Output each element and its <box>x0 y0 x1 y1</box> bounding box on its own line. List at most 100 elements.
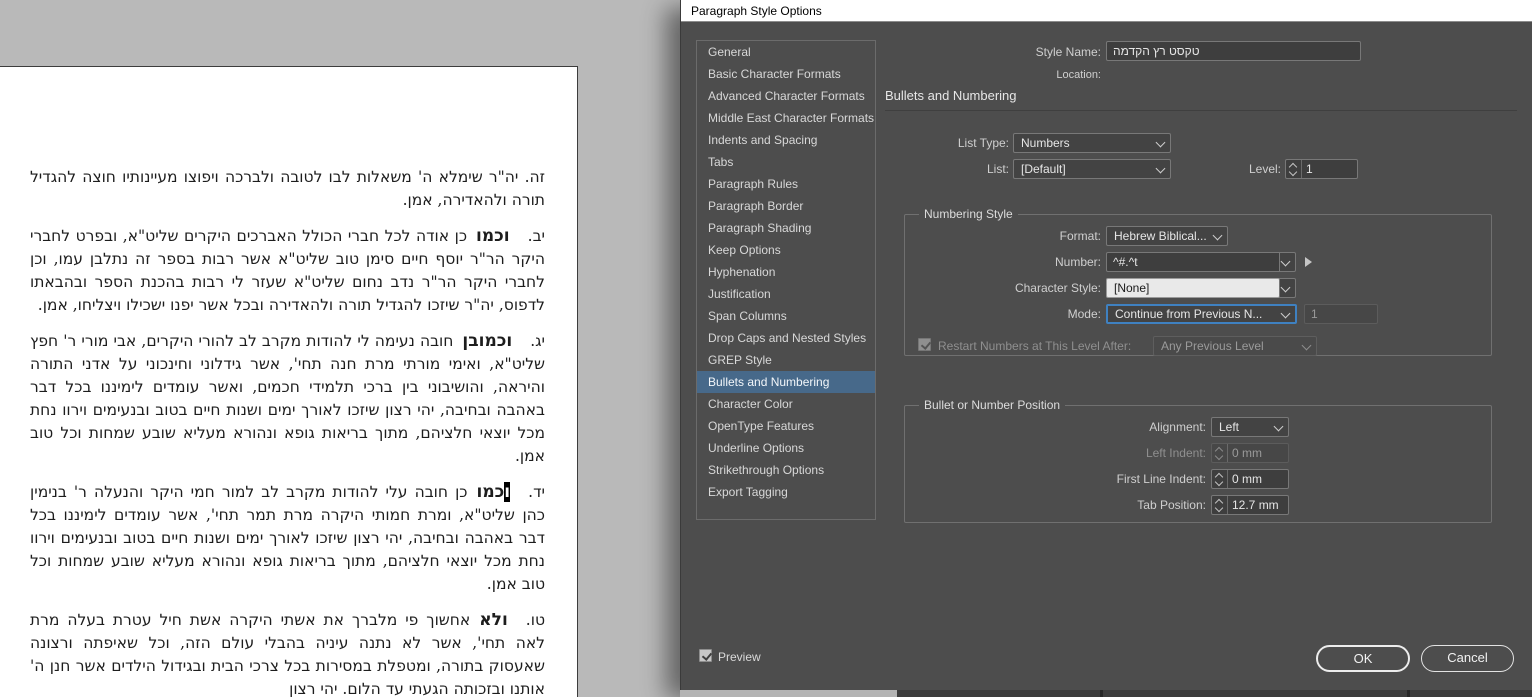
sidebar-item-advanced-character-formats[interactable]: Advanced Character Formats <box>697 85 875 107</box>
panel-divider <box>1407 690 1410 697</box>
number-label: Number: <box>1054 255 1101 269</box>
spinner-arrows-icon[interactable] <box>1286 160 1302 178</box>
sidebar-item-grep-style[interactable]: GREP Style <box>697 349 875 371</box>
sidebar-item-character-color[interactable]: Character Color <box>697 393 875 415</box>
alignment-value: Left <box>1219 420 1240 434</box>
tab-position-value: 12.7 mm <box>1232 498 1279 512</box>
restart-level-dropdown: Any Previous Level <box>1153 336 1317 356</box>
list-type-label: List Type: <box>957 136 1009 150</box>
sidebar-item-hyphenation[interactable]: Hyphenation <box>697 261 875 283</box>
paragraph-number-marker: יד. <box>528 483 545 501</box>
panel-strip <box>897 690 1532 697</box>
sidebar-item-paragraph-rules[interactable]: Paragraph Rules <box>697 173 875 195</box>
sidebar-item-span-columns[interactable]: Span Columns <box>697 305 875 327</box>
pasteboard-strip <box>680 690 897 697</box>
paragraph-lead-word: וכמו <box>476 226 510 246</box>
number-dropdown-button[interactable] <box>1279 252 1296 272</box>
character-style-dropdown-button[interactable] <box>1279 278 1296 298</box>
sidebar-item-keep-options[interactable]: Keep Options <box>697 239 875 261</box>
tab-position-stepper[interactable]: 12.7 mm <box>1211 495 1289 515</box>
level-stepper[interactable]: 1 <box>1285 159 1358 179</box>
first-line-indent-stepper[interactable]: 0 mm <box>1211 469 1289 489</box>
panel-divider <box>1100 690 1103 697</box>
sidebar-item-general[interactable]: General <box>697 41 875 63</box>
paragraph-lead-word: ולא <box>479 610 508 630</box>
selected-character: ו <box>504 482 511 502</box>
chevron-down-icon <box>1212 230 1223 241</box>
style-name-input[interactable]: טקסט רץ הקדמה <box>1106 41 1361 61</box>
character-style-label: Character Style: <box>1014 281 1101 295</box>
hebrew-paragraph: טו.ולאאחשוך פי מלברך את אשתי היקרה אשת ח… <box>30 610 545 697</box>
tab-position-label: Tab Position: <box>1137 498 1206 512</box>
paragraph-number-marker: יג. <box>530 332 545 350</box>
sidebar-item-drop-caps-and-nested-styles[interactable]: Drop Caps and Nested Styles <box>697 327 875 349</box>
first-line-indent-label: First Line Indent: <box>1116 472 1206 486</box>
list-label: List: <box>986 162 1009 176</box>
ok-button[interactable]: OK <box>1316 645 1410 672</box>
chevron-down-icon <box>1280 282 1291 293</box>
cancel-button[interactable]: Cancel <box>1421 645 1514 672</box>
application-window: זה. יה"ר שימלא ה' משאלות לבו לטובה ולברכ… <box>0 0 1532 697</box>
hebrew-paragraph: זה. יה"ר שימלא ה' משאלות לבו לטובה ולברכ… <box>30 168 545 209</box>
paragraph-lead-word: וכמו <box>476 482 511 502</box>
number-flyout-arrow-icon[interactable] <box>1305 257 1312 267</box>
alignment-label: Alignment: <box>1149 420 1206 434</box>
dialog-title-bar[interactable]: Paragraph Style Options <box>681 0 1532 22</box>
sidebar-item-indents-and-spacing[interactable]: Indents and Spacing <box>697 129 875 151</box>
section-title: Bullets and Numbering <box>885 88 1017 103</box>
preview-label: Preview <box>718 650 761 664</box>
format-dropdown[interactable]: Hebrew Biblical... <box>1106 226 1228 246</box>
style-options-category-list: General Basic Character Formats Advanced C… <box>696 40 876 520</box>
sidebar-item-tabs[interactable]: Tabs <box>697 151 875 173</box>
mode-label: Mode: <box>1067 307 1101 321</box>
sidebar-item-paragraph-shading[interactable]: Paragraph Shading <box>697 217 875 239</box>
restart-level-value: Any Previous Level <box>1161 339 1264 353</box>
dialog-title: Paragraph Style Options <box>691 4 822 18</box>
spinner-arrows-icon[interactable] <box>1212 496 1228 514</box>
mode-start-number-field: 1 <box>1304 304 1378 324</box>
sidebar-item-underline-options[interactable]: Underline Options <box>697 437 875 459</box>
sidebar-item-middle-east-character-formats[interactable]: Middle East Character Formats <box>697 107 875 129</box>
paragraph-number-marker: טו. <box>525 611 545 629</box>
hebrew-paragraph: יג.וכמובןחובה נעימה לי להודות מקרב לב לה… <box>30 331 545 465</box>
number-expression-input[interactable]: ^#.^t <box>1106 252 1280 272</box>
section-divider <box>885 110 1517 111</box>
chevron-down-icon <box>1280 256 1291 267</box>
sidebar-item-bullets-and-numbering[interactable]: Bullets and Numbering <box>697 371 875 393</box>
preview-checkbox[interactable] <box>699 649 712 662</box>
sidebar-item-export-tagging[interactable]: Export Tagging <box>697 481 875 503</box>
left-indent-label: Left Indent: <box>1145 446 1206 460</box>
sidebar-item-justification[interactable]: Justification <box>697 283 875 305</box>
paragraph-style-options-dialog: Paragraph Style Options General Basic Cha… <box>680 0 1532 690</box>
document-page: זה. יה"ר שימלא ה' משאלות לבו לטובה ולברכ… <box>0 66 578 697</box>
mode-dropdown[interactable]: Continue from Previous N... <box>1106 304 1297 324</box>
left-indent-stepper: 0 mm <box>1211 443 1289 463</box>
sidebar-item-opentype-features[interactable]: OpenType Features <box>697 415 875 437</box>
sidebar-item-strikethrough-options[interactable]: Strikethrough Options <box>697 459 875 481</box>
format-value: Hebrew Biblical... <box>1114 229 1207 243</box>
character-style-dropdown[interactable]: [None] <box>1106 278 1280 298</box>
alignment-dropdown[interactable]: Left <box>1211 417 1289 437</box>
list-type-value: Numbers <box>1021 136 1070 150</box>
sidebar-item-basic-character-formats[interactable]: Basic Character Formats <box>697 63 875 85</box>
hebrew-paragraph: יד.וכמוכן חובה עלי להודות מקרב לב למור ח… <box>30 482 545 593</box>
bullet-position-group-title: Bullet or Number Position <box>919 398 1066 412</box>
restart-numbers-checkbox <box>918 338 931 351</box>
left-indent-value: 0 mm <box>1232 446 1262 460</box>
format-label: Format: <box>1059 229 1101 243</box>
level-label: Level: <box>1248 162 1281 176</box>
document-text-block: זה. יה"ר שימלא ה' משאלות לבו לטובה ולברכ… <box>30 166 545 697</box>
first-line-indent-value: 0 mm <box>1232 472 1262 486</box>
character-style-value: [None] <box>1114 281 1150 295</box>
restart-numbers-label: Restart Numbers at This Level After: <box>938 339 1132 353</box>
chevron-down-icon <box>1273 421 1284 432</box>
sidebar-item-paragraph-border[interactable]: Paragraph Border <box>697 195 875 217</box>
chevron-down-icon <box>1280 308 1291 319</box>
style-name-label: Style Name: <box>1035 45 1101 59</box>
location-label: Location: <box>1056 69 1101 81</box>
list-dropdown[interactable]: [Default] <box>1013 159 1171 179</box>
spinner-arrows-icon[interactable] <box>1212 470 1228 488</box>
numbering-style-group-title: Numbering Style <box>919 207 1018 221</box>
list-type-dropdown[interactable]: Numbers <box>1013 133 1171 153</box>
paragraph-lead-word: וכמובן <box>462 331 513 351</box>
